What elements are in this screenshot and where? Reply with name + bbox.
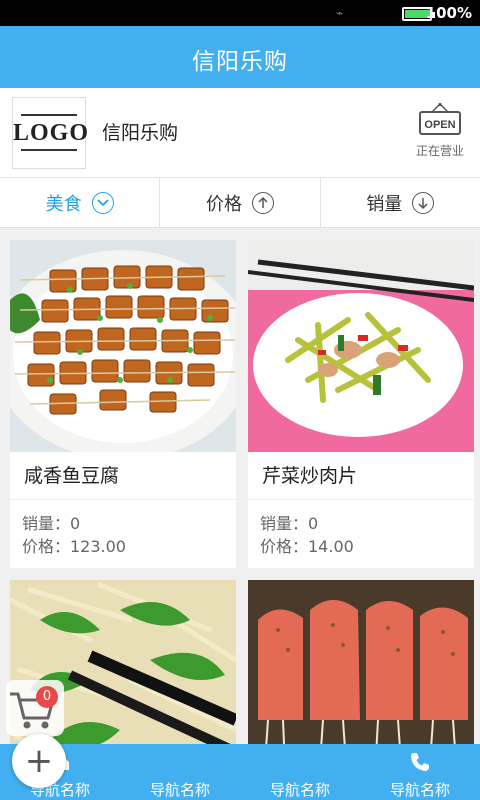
- arrow-up-icon: [251, 191, 274, 214]
- filter-label: 销量: [366, 193, 403, 215]
- filter-category[interactable]: 美食: [0, 178, 161, 227]
- signal-icon: ⌁: [336, 6, 344, 20]
- open-sign-text: OPEN: [424, 119, 455, 131]
- product-card[interactable]: 咸香鱼豆腐 销量：0 价格：123.00: [10, 240, 236, 568]
- store-logo: LOGO: [12, 97, 90, 169]
- product-sales: 销量：0: [260, 514, 319, 533]
- filter-price[interactable]: 价格: [160, 178, 321, 227]
- store-status: 正在营业: [415, 144, 464, 158]
- arrow-down-icon: [412, 191, 435, 214]
- add-button[interactable]: +: [12, 734, 66, 788]
- store-header: LOGO 信阳乐购 OPEN 正在营业: [0, 88, 480, 178]
- product-meta: 销量：0 价格：123.00: [10, 500, 236, 568]
- product-name: 咸香鱼豆腐: [10, 452, 236, 500]
- status-bar: ⌁ 100%: [0, 0, 480, 26]
- chevron-down-icon: [91, 191, 114, 214]
- store-name: 信阳乐购: [102, 122, 179, 144]
- nav-item-3[interactable]: 导航名称: [240, 744, 360, 800]
- nav-label: 导航名称: [389, 781, 450, 799]
- logo-line: [21, 114, 77, 116]
- filter-label: 美食: [45, 193, 82, 215]
- product-image: [248, 240, 474, 452]
- cart-count-badge: 0: [36, 686, 58, 708]
- page-title: 信阳乐购: [192, 49, 288, 75]
- product-grid: 咸香鱼豆腐 销量：0 价格：123.00 芹菜炒肉片 销量：0 价格：14.00: [0, 228, 480, 800]
- cart-button[interactable]: 0: [6, 680, 64, 736]
- nav-label: 导航名称: [269, 781, 330, 799]
- logo-line: [21, 149, 77, 151]
- plus-icon: +: [24, 741, 54, 781]
- product-price: 价格：14.00: [260, 537, 354, 556]
- nav-item-4[interactable]: 导航名称: [360, 744, 480, 800]
- bottom-nav: 导航名称 导航名称 导航名称 导航名称: [0, 744, 480, 800]
- filter-sales[interactable]: 销量: [321, 178, 480, 227]
- product-image: [10, 240, 236, 452]
- nav-label: 导航名称: [29, 781, 90, 799]
- logo-text: LOGO: [13, 120, 90, 146]
- nav-item-2[interactable]: 导航名称: [120, 744, 240, 800]
- filter-bar: 美食 价格 销量: [0, 178, 480, 228]
- battery-percentage: 100%: [425, 4, 472, 22]
- product-sales: 销量：0: [22, 514, 81, 533]
- app-bar: 信阳乐购: [0, 26, 480, 88]
- product-price: 价格：123.00: [22, 537, 126, 556]
- nav-label: 导航名称: [149, 781, 210, 799]
- product-name: 芹菜炒肉片: [248, 452, 474, 500]
- product-meta: 销量：0 价格：14.00: [248, 500, 474, 568]
- phone-icon: [411, 753, 429, 771]
- product-card[interactable]: 芹菜炒肉片 销量：0 价格：14.00: [248, 240, 474, 568]
- open-status: OPEN 正在营业: [412, 102, 468, 162]
- open-sign-icon: OPEN: [419, 102, 461, 135]
- filter-label: 价格: [205, 193, 242, 215]
